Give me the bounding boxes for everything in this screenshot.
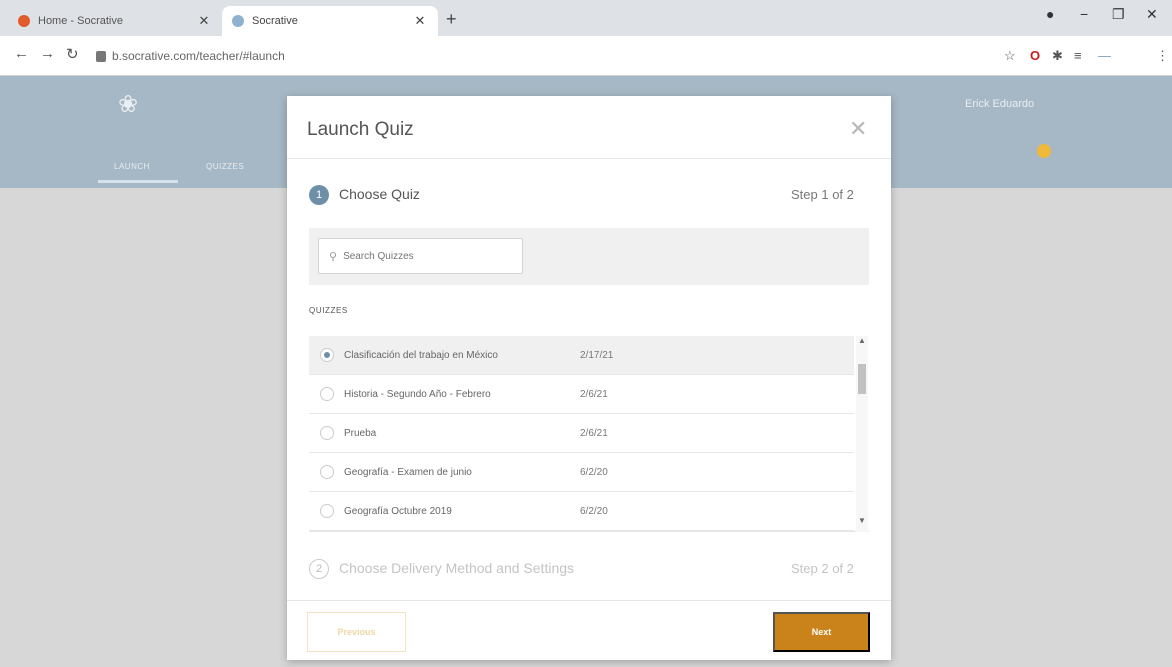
tab-title: Socrative xyxy=(252,15,298,27)
quiz-list-scrollbar[interactable]: ▲ ▼ xyxy=(856,336,868,532)
back-arrow-icon[interactable]: ← xyxy=(14,45,29,62)
quiz-row[interactable]: Geografía Octubre 2019 6/2/20 xyxy=(309,492,854,531)
search-panel: ⚲ xyxy=(309,228,869,285)
quiz-row[interactable]: Geografía - Examen de junio 6/2/20 xyxy=(309,453,854,492)
socrative-logo-icon[interactable]: ❀ xyxy=(118,90,138,119)
minimize-icon[interactable]: − xyxy=(1080,6,1088,22)
reading-list-icon[interactable]: ≡ xyxy=(1074,48,1082,63)
radio-button[interactable] xyxy=(320,426,334,440)
search-icon: ⚲ xyxy=(329,250,338,263)
extension-icon[interactable]: — xyxy=(1098,48,1111,63)
scroll-up-arrow-icon[interactable]: ▲ xyxy=(858,336,866,345)
step2-counter: Step 2 of 2 xyxy=(791,561,854,576)
step-number-badge: 2 xyxy=(309,559,329,579)
reload-icon[interactable]: ↻ xyxy=(66,45,79,63)
modal-title: Launch Quiz xyxy=(307,119,414,140)
radio-button[interactable] xyxy=(320,348,334,362)
previous-button[interactable]: Previous xyxy=(307,612,406,652)
step1-label: Choose Quiz xyxy=(339,186,420,202)
quiz-date: 6/2/20 xyxy=(580,505,608,517)
user-avatar[interactable] xyxy=(1037,144,1051,158)
url-text: b.socrative.com/teacher/#launch xyxy=(112,49,285,63)
quiz-row[interactable]: Historia - Segundo Año - Febrero 2/6/21 xyxy=(309,375,854,414)
divider xyxy=(287,158,891,159)
search-field[interactable]: ⚲ xyxy=(318,238,523,274)
radio-button[interactable] xyxy=(320,504,334,518)
window-close-icon[interactable]: ✕ xyxy=(1146,6,1158,23)
close-icon[interactable]: ✕ xyxy=(412,13,428,29)
radio-button[interactable] xyxy=(320,387,334,401)
quizzes-heading: QUIZZES xyxy=(309,306,348,315)
tab-title: Home - Socrative xyxy=(38,15,123,27)
address-bar[interactable]: b.socrative.com/teacher/#launch xyxy=(96,43,976,69)
user-menu[interactable]: Erick Eduardo xyxy=(965,98,1034,110)
profile-icon[interactable]: ● xyxy=(1046,6,1054,22)
quiz-row[interactable]: Prueba 2/6/21 xyxy=(309,414,854,453)
quiz-list[interactable]: Clasificación del trabajo en México 2/17… xyxy=(309,336,869,532)
menu-icon[interactable]: ⋮ xyxy=(1156,48,1169,64)
maximize-icon[interactable]: ❐ xyxy=(1112,6,1125,23)
opera-icon[interactable]: O xyxy=(1030,48,1040,63)
divider xyxy=(287,600,891,601)
browser-tabbar: Home - Socrative ✕ Socrative ✕ + ● − ❐ ✕ xyxy=(0,0,1172,36)
search-input[interactable] xyxy=(343,250,504,262)
close-icon[interactable]: ✕ xyxy=(849,116,867,142)
new-tab-icon[interactable]: + xyxy=(446,9,457,30)
close-icon[interactable]: ✕ xyxy=(196,13,212,29)
next-button[interactable]: Next xyxy=(773,612,870,652)
quiz-date: 6/2/20 xyxy=(580,466,608,478)
quiz-name: Geografía - Examen de junio xyxy=(344,466,472,478)
launch-quiz-modal: Launch Quiz ✕ 1 Choose Quiz Step 1 of 2 … xyxy=(287,96,891,660)
quiz-date: 2/6/21 xyxy=(580,388,608,400)
star-icon[interactable]: ☆ xyxy=(1004,48,1016,64)
quiz-name: Clasificación del trabajo en México xyxy=(344,349,498,361)
browser-tab-home[interactable]: Home - Socrative ✕ xyxy=(8,6,222,36)
browser-tab-socrative[interactable]: Socrative ✕ xyxy=(222,6,438,36)
scroll-thumb[interactable] xyxy=(858,364,866,394)
tab-quizzes[interactable]: QUIZZES xyxy=(206,162,244,171)
step2-label[interactable]: Choose Delivery Method and Settings xyxy=(339,560,574,576)
quiz-name: Historia - Segundo Año - Febrero xyxy=(344,388,491,400)
step1-counter: Step 1 of 2 xyxy=(791,187,854,202)
radio-button[interactable] xyxy=(320,465,334,479)
quiz-date: 2/17/21 xyxy=(580,349,614,361)
lock-icon xyxy=(96,50,106,62)
quiz-name: Prueba xyxy=(344,427,377,439)
socrative-favicon-icon xyxy=(18,15,30,27)
browser-toolbar: ← → ↻ b.socrative.com/teacher/#launch ☆ … xyxy=(0,36,1172,76)
forward-arrow-icon[interactable]: → xyxy=(40,45,55,62)
quiz-row[interactable]: Clasificación del trabajo en México 2/17… xyxy=(309,336,854,375)
quiz-date: 2/6/21 xyxy=(580,427,608,439)
quiz-name: Geografía Octubre 2019 xyxy=(344,505,452,517)
puzzle-icon[interactable]: ✱ xyxy=(1052,48,1063,64)
tab-launch[interactable]: LAUNCH xyxy=(114,162,150,171)
socrative-favicon-icon xyxy=(232,15,244,27)
step-number-badge: 1 xyxy=(309,185,329,205)
scroll-down-arrow-icon[interactable]: ▼ xyxy=(858,516,866,525)
active-tab-indicator xyxy=(98,180,178,183)
